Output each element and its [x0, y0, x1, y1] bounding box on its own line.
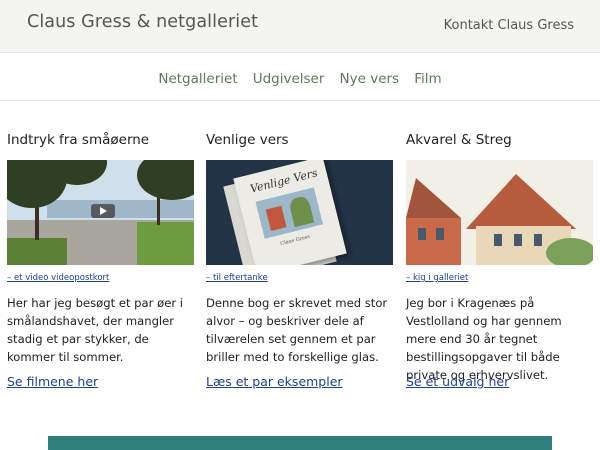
site-header: Claus Gress & netgalleriet Kontakt Claus… [0, 0, 600, 53]
contact-link[interactable]: Kontakt Claus Gress [444, 18, 574, 33]
main-nav: Netgalleriet Udgivelser Nye vers Film [0, 53, 600, 101]
video-thumbnail[interactable] [7, 160, 194, 265]
footer-banner [48, 436, 552, 450]
card-description: Denne bog er skrevet med stor alvor – og… [206, 296, 388, 364]
see-selection-link[interactable]: Se et udvalg her [406, 374, 509, 389]
card-title: Indtryk fra småøerne [7, 132, 150, 148]
card-caption-link[interactable]: – kig i galleriet [406, 272, 594, 284]
card-description: Jeg bor i Kragenæs på Vestlolland og har… [406, 296, 562, 382]
card-title: Akvarel & Streg [406, 132, 512, 148]
video-play-icon[interactable] [91, 204, 115, 218]
feature-card-akvarel-streg: Akvarel & Streg – kig i galleriet Jeg bo… [406, 130, 594, 390]
feature-card-smaaoerne: Indtryk fra småøerne – et video videopos… [7, 130, 195, 390]
book-cover-image[interactable]: Venlige Vers Claus Gress [206, 160, 393, 265]
card-caption-link[interactable]: – et video videopostkort [7, 272, 195, 284]
watercolor-image[interactable] [406, 160, 593, 265]
card-title: Venlige vers [206, 132, 289, 148]
feature-card-venlige-vers: Venlige vers Venlige Vers Claus Gress – … [206, 130, 394, 390]
see-films-link[interactable]: Se filmene her [7, 374, 98, 389]
nav-item-film[interactable]: Film [414, 71, 441, 87]
nav-item-udgivelser[interactable]: Udgivelser [253, 71, 325, 87]
site-title[interactable]: Claus Gress & netgalleriet [27, 12, 258, 32]
book-cover-author: Claus Gress [279, 233, 311, 248]
card-description: Her har jeg besøgt et par øer i smålands… [7, 296, 184, 364]
nav-item-nye-vers[interactable]: Nye vers [340, 71, 400, 87]
read-examples-link[interactable]: Læs et par eksempler [206, 374, 343, 389]
nav-item-netgalleriet[interactable]: Netgalleriet [158, 71, 237, 87]
card-caption-link[interactable]: – til eftertanke [206, 272, 394, 284]
